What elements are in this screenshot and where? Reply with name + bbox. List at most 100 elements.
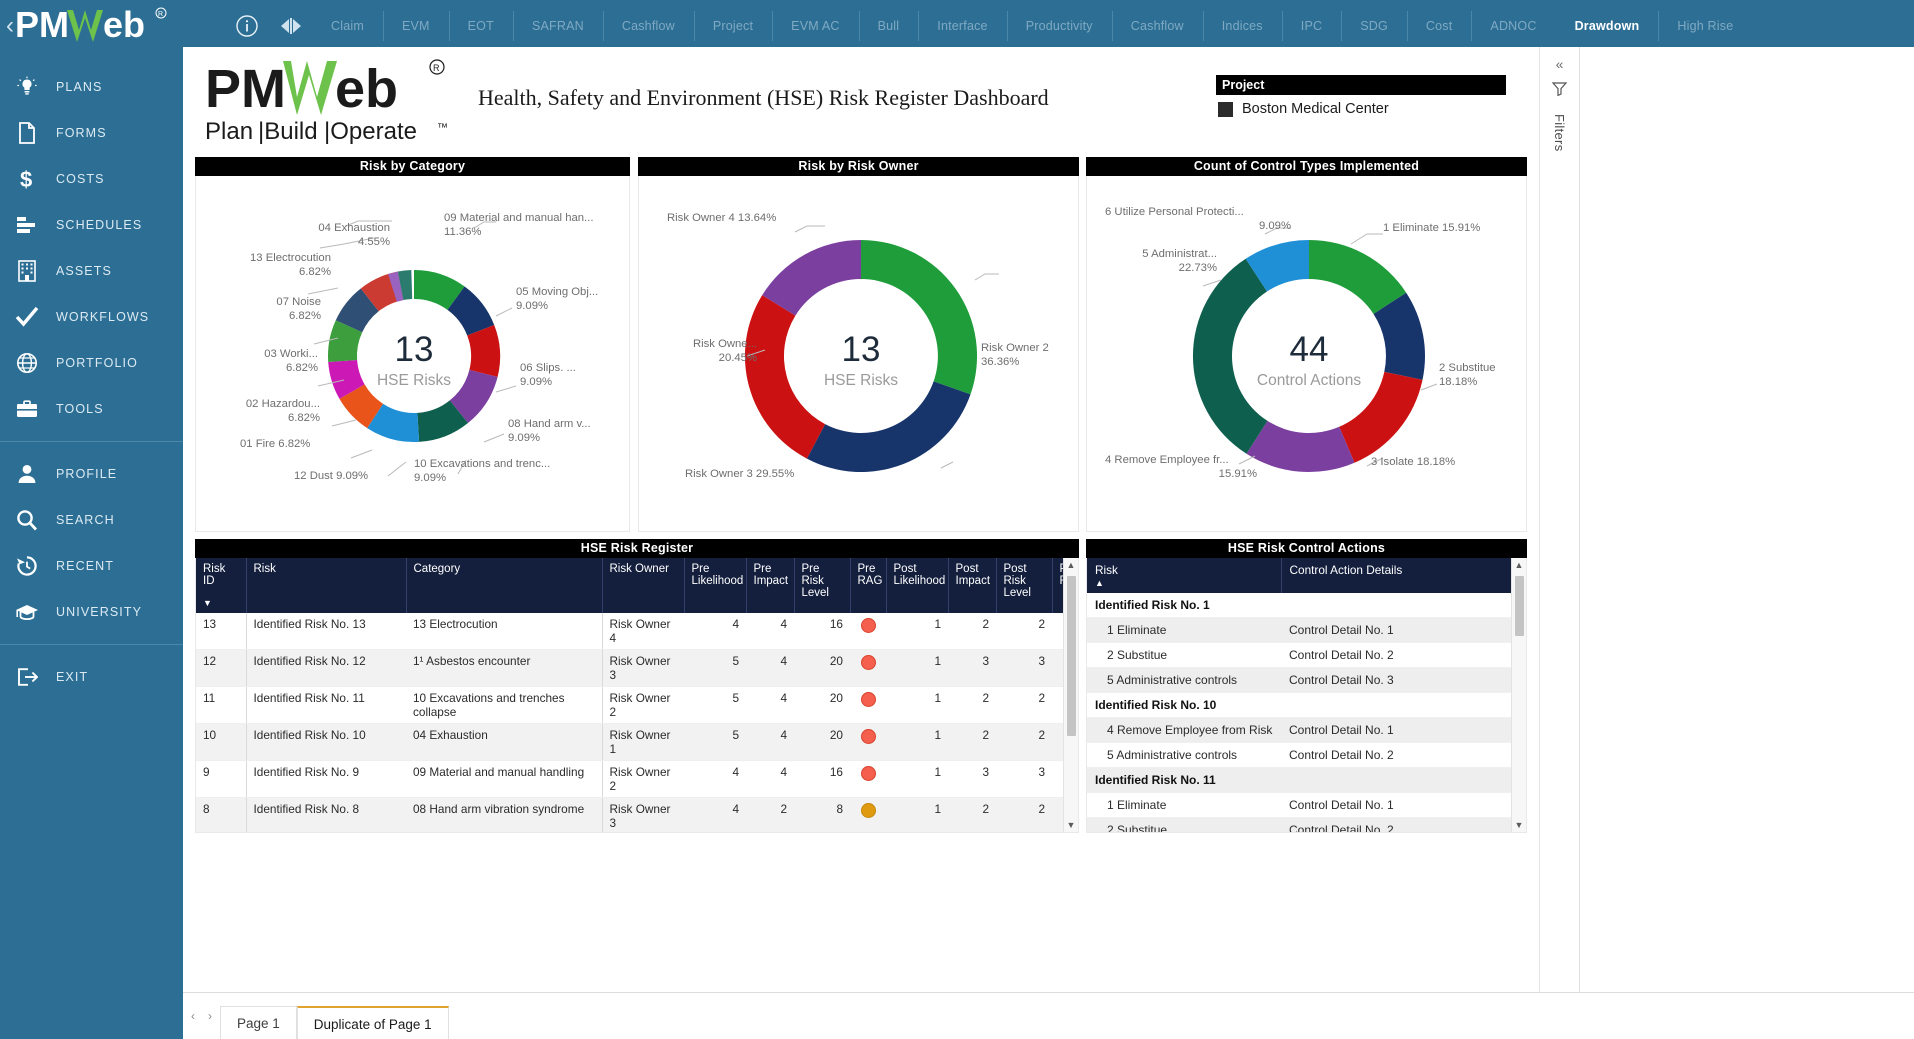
scroll-down-icon[interactable]: ▼ (1064, 818, 1078, 832)
risk-register-header-row: Risk ID ▼ Risk Category Risk Owner PreLi… (196, 558, 1063, 613)
table-row[interactable]: 8 Identified Risk No. 8 08 Hand arm vibr… (196, 798, 1063, 833)
col-pre-rag[interactable]: PreRAG (850, 558, 886, 613)
sidebar-item-profile[interactable]: PROFILE (0, 451, 183, 497)
sidebar-item-schedules[interactable]: SCHEDULES (0, 202, 183, 248)
list-item[interactable]: 2 Substitue Control Detail No. 2 (1087, 818, 1511, 833)
tab-drawdown[interactable]: Drawdown (1556, 0, 1659, 52)
page-tab-duplicate-of-page-1[interactable]: Duplicate of Page 1 (297, 1006, 449, 1039)
svg-text:PM: PM (205, 59, 286, 119)
tab-interface[interactable]: Interface (918, 0, 1006, 52)
slicer-checkbox-icon[interactable] (1218, 102, 1233, 117)
left-sidebar: PLANS FORMS $ COSTS SCHEDULES ASSETS WOR… (0, 52, 183, 1039)
table-row[interactable]: 11 Identified Risk No. 11 10 Excavations… (196, 687, 1063, 724)
control-actions-scroll-viewport[interactable]: Risk ▲ Control Action Details Identified… (1087, 558, 1511, 832)
list-item[interactable]: 2 Substitue Control Detail No. 2 (1087, 643, 1511, 668)
col-post-rag[interactable]: PostRAG (1052, 558, 1063, 613)
list-item[interactable]: 1 Eliminate Control Detail No. 1 (1087, 793, 1511, 818)
cell-pre-impact: 4 (746, 724, 794, 761)
sidebar-item-university[interactable]: UNIVERSITY (0, 589, 183, 635)
col-pre-impact[interactable]: PreImpact (746, 558, 794, 613)
col-pre-likelihood[interactable]: PreLikelihood (684, 558, 746, 613)
sidebar-item-workflows[interactable]: WORKFLOWS (0, 294, 183, 340)
tab-eot[interactable]: EOT (449, 0, 513, 52)
sort-desc-icon[interactable]: ▼ (203, 598, 239, 608)
tab-cost[interactable]: Cost (1407, 0, 1472, 52)
col-post-impact[interactable]: PostImpact (948, 558, 996, 613)
list-item[interactable]: Identified Risk No. 1 (1087, 593, 1511, 618)
cell-pre-likelihood: 4 (684, 761, 746, 798)
risk-register-scroll-viewport[interactable]: Risk ID ▼ Risk Category Risk Owner PreLi… (196, 558, 1063, 832)
sidebar-item-assets[interactable]: ASSETS (0, 248, 183, 294)
filter-icon[interactable] (1552, 81, 1567, 98)
sidebar-item-forms[interactable]: FORMS (0, 110, 183, 156)
sidebar-item-tools[interactable]: TOOLS (0, 386, 183, 432)
scroll-thumb[interactable] (1067, 576, 1076, 736)
cell-post-level: 2 (996, 724, 1052, 761)
scroll-down-icon[interactable]: ▼ (1512, 818, 1526, 832)
cell-post-likelihood: 1 (886, 650, 948, 687)
list-item[interactable]: 4 Remove Employee from Risk Control Deta… (1087, 718, 1511, 743)
tab-adnoc[interactable]: ADNOC (1471, 0, 1555, 52)
list-item[interactable]: 5 Administrative controls Control Detail… (1087, 668, 1511, 693)
col-risk-owner[interactable]: Risk Owner (602, 558, 684, 613)
col-post-likelihood[interactable]: PostLikelihood (886, 558, 948, 613)
tab-indices[interactable]: Indices (1203, 0, 1282, 52)
tab-productivity[interactable]: Productivity (1007, 0, 1112, 52)
project-slicer[interactable]: Project Boston Medical Center (1216, 75, 1506, 117)
tab-evm-ac[interactable]: EVM AC (772, 0, 858, 52)
col-risk-id[interactable]: Risk ID ▼ (196, 558, 246, 613)
table-row[interactable]: 9 Identified Risk No. 9 09 Material and … (196, 761, 1063, 798)
scroll-up-icon[interactable]: ▲ (1064, 558, 1078, 572)
list-item[interactable]: 5 Administrative controls Control Detail… (1087, 743, 1511, 768)
page-tab-page-1[interactable]: Page 1 (220, 1006, 297, 1039)
chevron-double-left-icon[interactable]: « (1556, 57, 1564, 71)
col-ca-detail[interactable]: Control Action Details (1281, 558, 1511, 593)
slicer-item-boston-medical-center[interactable]: Boston Medical Center (1216, 95, 1506, 117)
tab-cashflow[interactable]: Cashflow (603, 0, 694, 52)
scroll-up-icon[interactable]: ▲ (1512, 558, 1526, 572)
tab-project[interactable]: Project (694, 0, 772, 52)
scroll-thumb[interactable] (1515, 576, 1524, 636)
tab-safran[interactable]: SAFRAN (513, 0, 603, 52)
page-title: Health, Safety and Environment (HSE) Ris… (478, 85, 1049, 111)
sidebar-item-plans[interactable]: PLANS (0, 64, 183, 110)
donut-chart-control-types[interactable]: 6 Utilize Personal Protecti... 9.09% 5 A… (1087, 176, 1526, 531)
col-risk[interactable]: Risk (246, 558, 406, 613)
info-icon[interactable] (226, 0, 268, 52)
col-ca-risk[interactable]: Risk ▲ (1087, 558, 1281, 593)
table-row[interactable]: 13 Identified Risk No. 13 13 Electrocuti… (196, 613, 1063, 650)
list-item[interactable]: Identified Risk No. 10 (1087, 693, 1511, 718)
collapse-expand-icon[interactable] (270, 0, 312, 52)
tab-sdg[interactable]: SDG (1341, 0, 1407, 52)
list-item[interactable]: Identified Risk No. 11 (1087, 768, 1511, 793)
control-actions-vertical-scrollbar[interactable]: ▲ ▼ (1511, 558, 1526, 832)
donut-chart-risk-by-owner[interactable]: Risk Owner 4 13.64% Risk Owne... 20.45% … (639, 176, 1078, 531)
tab-ipc[interactable]: IPC (1282, 0, 1341, 52)
tab-claim[interactable]: Claim (312, 0, 383, 52)
col-pre-risk-level[interactable]: Pre RiskLevel (794, 558, 850, 613)
col-post-risk-level[interactable]: Post RiskLevel (996, 558, 1052, 613)
sidebar-item-exit[interactable]: EXIT (0, 654, 183, 700)
tab-high-rise[interactable]: High Rise (1658, 0, 1752, 52)
page-next-icon[interactable]: › (208, 1009, 212, 1023)
back-chevron-icon[interactable]: ‹ (6, 14, 14, 38)
col-category[interactable]: Category (406, 558, 602, 613)
sidebar-item-recent[interactable]: RECENT (0, 543, 183, 589)
cell-post-likelihood: 1 (886, 761, 948, 798)
list-item[interactable]: 1 Eliminate Control Detail No. 1 (1087, 618, 1511, 643)
cell-post-level: 3 (996, 650, 1052, 687)
sidebar-item-search[interactable]: SEARCH (0, 497, 183, 543)
donut-chart-risk-by-category[interactable]: 04 Exhaustion 4.55% 13 Electrocution 6.8… (196, 176, 629, 531)
tab-bull[interactable]: Bull (859, 0, 919, 52)
sidebar-label: SEARCH (56, 513, 115, 527)
sort-asc-icon[interactable]: ▲ (1095, 578, 1273, 588)
tab-cashflow-2[interactable]: Cashflow (1112, 0, 1203, 52)
table-row[interactable]: 10 Identified Risk No. 10 04 Exhaustion … (196, 724, 1063, 761)
sidebar-item-costs[interactable]: $ COSTS (0, 156, 183, 202)
table-row[interactable]: 12 Identified Risk No. 12 1¹ Asbestos en… (196, 650, 1063, 687)
risk-register-vertical-scrollbar[interactable]: ▲ ▼ (1063, 558, 1078, 832)
page-prev-icon[interactable]: ‹ (191, 1009, 195, 1023)
tab-evm[interactable]: EVM (383, 0, 449, 52)
brand-logo[interactable]: ‹ PM eb R (0, 0, 226, 52)
sidebar-item-portfolio[interactable]: PORTFOLIO (0, 340, 183, 386)
